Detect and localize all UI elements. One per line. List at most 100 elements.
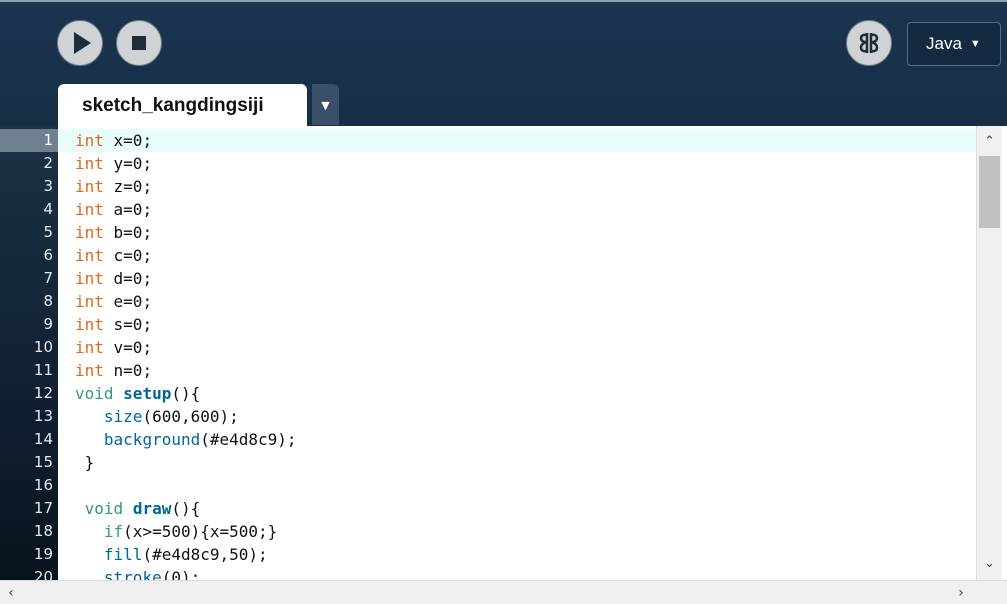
code-text: int y=0; (58, 152, 976, 175)
code-token: } (75, 453, 95, 472)
line-number: 9 (43, 315, 53, 333)
line-number: 15 (33, 453, 53, 471)
code-text: int x=0; (58, 129, 976, 152)
code-token-kw: int (75, 223, 104, 242)
code-text: int d=0; (58, 267, 976, 290)
code-token-kw: int (75, 338, 104, 357)
code-token: a=0; (103, 200, 153, 219)
vertical-scrollbar[interactable]: ⌃ ⌄ (976, 126, 1002, 580)
caret-down-icon: ▼ (969, 38, 981, 50)
code-line[interactable]: 15 } (0, 451, 1007, 474)
mode-selector-label: Java (926, 34, 962, 53)
line-number: 13 (33, 407, 53, 425)
code-token: e=0; (103, 292, 153, 311)
code-token: s=0; (103, 315, 153, 334)
code-line[interactable]: 5 int b=0; (0, 221, 1007, 244)
line-number: 10 (33, 338, 53, 356)
line-number: 20 (33, 568, 53, 580)
code-token-kw: int (75, 154, 104, 173)
code-text: int z=0; (58, 175, 976, 198)
code-line[interactable]: 3 int z=0; (0, 175, 1007, 198)
line-number: 8 (43, 292, 53, 310)
code-line[interactable]: 11 int n=0; (0, 359, 1007, 382)
code-token: y=0; (103, 154, 153, 173)
code-text: background(#e4d8c9); (58, 428, 976, 451)
line-number: 3 (43, 177, 53, 195)
line-number: 18 (33, 522, 53, 540)
code-line[interactable]: 4 int a=0; (0, 198, 1007, 221)
code-text: stroke(0); (58, 566, 976, 580)
code-line[interactable]: 12 void setup(){ (0, 382, 1007, 405)
code-line[interactable]: 8 int e=0; (0, 290, 1007, 313)
stop-icon (132, 36, 146, 50)
run-button[interactable] (57, 20, 103, 66)
code-token-kw: int (75, 177, 104, 196)
code-editor[interactable]: 1 int x=0; 2 int y=0; 3 int z=0; 4 int a=0; 5 int… (0, 126, 1007, 580)
scroll-down-button[interactable]: ⌄ (977, 552, 1002, 576)
code-line[interactable]: 2 int y=0; (0, 152, 1007, 175)
code-token-fn: draw (132, 499, 172, 518)
code-line[interactable]: 16 (0, 474, 1007, 497)
code-text: if(x>=500){x=500;} (58, 520, 976, 543)
code-token: (600,600); (142, 407, 239, 426)
code-line[interactable]: 19 fill(#e4d8c9,50); (0, 543, 1007, 566)
tab-sketch[interactable]: sketch_kangdingsiji (58, 84, 307, 127)
code-text: int e=0; (58, 290, 976, 313)
code-line[interactable]: 14 background(#e4d8c9); (0, 428, 1007, 451)
stop-button[interactable] (116, 20, 162, 66)
code-line[interactable]: 6 int c=0; (0, 244, 1007, 267)
scroll-up-button[interactable]: ⌃ (977, 130, 1002, 154)
code-token: (0); (161, 568, 201, 580)
line-number: 4 (43, 200, 53, 218)
tab-label: sketch_kangdingsiji (82, 95, 264, 116)
code-text: int a=0; (58, 198, 976, 221)
play-icon (74, 32, 91, 54)
code-token-kw: int (75, 200, 104, 219)
code-line[interactable]: 7 int d=0; (0, 267, 1007, 290)
code-token: v=0; (103, 338, 153, 357)
code-token-bi: fill (103, 545, 143, 564)
code-token: d=0; (103, 269, 153, 288)
code-token-kw: int (75, 315, 104, 334)
code-token: c=0; (103, 246, 153, 265)
line-number: 16 (33, 476, 53, 494)
code-text: void draw(){ (58, 497, 976, 520)
tab-menu-button[interactable]: ▼ (312, 84, 339, 125)
code-line[interactable]: 17 void draw(){ (0, 497, 1007, 520)
debug-mode-button[interactable] (846, 20, 892, 66)
code-token: x=0; (103, 131, 153, 150)
code-token-bi: background (103, 430, 201, 449)
horizontal-scrollbar[interactable]: ‹ › (0, 580, 1007, 604)
right-border (1002, 126, 1007, 580)
code-text: int n=0; (58, 359, 976, 382)
code-line[interactable]: 13 size(600,600); (0, 405, 1007, 428)
mode-selector[interactable]: Java ▼ (907, 22, 1001, 66)
code-text: void setup(){ (58, 382, 976, 405)
code-token-kw: int (75, 292, 104, 311)
code-token: (#e4d8c9); (200, 430, 297, 449)
scroll-left-button[interactable]: ‹ (0, 581, 22, 604)
code-token: (#e4d8c9,50); (142, 545, 268, 564)
code-line[interactable]: 10 int v=0; (0, 336, 1007, 359)
line-number: 5 (43, 223, 53, 241)
code-line[interactable]: 18 if(x>=500){x=500;} (0, 520, 1007, 543)
code-text: int b=0; (58, 221, 976, 244)
code-token: (x>=500){x=500;} (123, 522, 278, 541)
code-line[interactable]: 20 stroke(0); (0, 566, 1007, 580)
code-line[interactable]: 9 int s=0; (0, 313, 1007, 336)
caret-down-icon: ▼ (321, 99, 330, 112)
scrollbar-thumb[interactable] (979, 156, 1000, 228)
scroll-right-button[interactable]: › (950, 581, 972, 604)
line-number: 6 (43, 246, 53, 264)
line-number: 14 (33, 430, 53, 448)
code-token: b=0; (103, 223, 153, 242)
code-line[interactable]: 1 int x=0; (0, 129, 1007, 152)
line-number: 7 (43, 269, 53, 287)
